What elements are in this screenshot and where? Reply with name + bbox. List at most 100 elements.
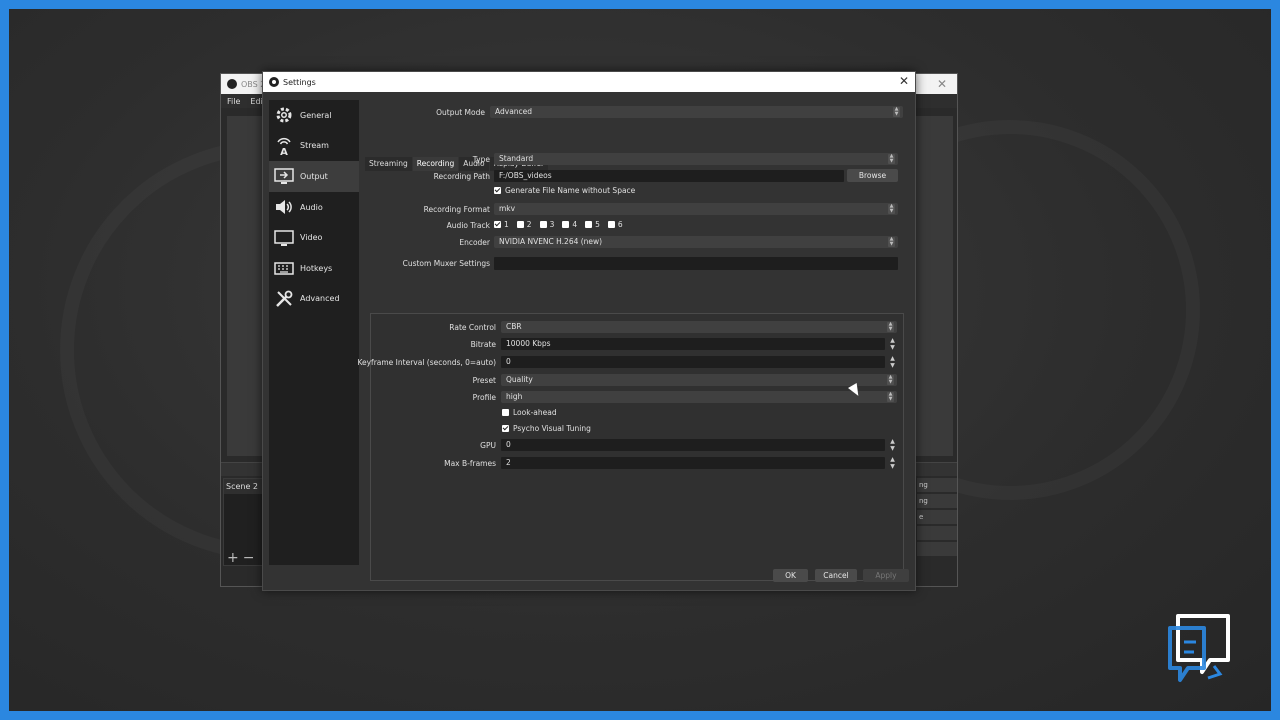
chevron-updown-icon: ▲ ▼ [888,236,895,247]
output-mode-label: Output Mode [436,108,485,117]
antenna-icon: A [273,135,295,157]
audio-track-3[interactable]: 3 [539,220,555,229]
control-button[interactable]: e [917,510,957,524]
lookahead-checkbox[interactable] [502,409,509,416]
lookahead-row: Look-ahead [502,408,557,417]
sidebar-item-label: Advanced [300,294,340,304]
track-number: 2 [526,220,532,229]
monitor-output-icon [273,165,295,187]
sidebar-item-general[interactable]: General [269,100,359,131]
recording-format-label: Recording Format [423,205,490,214]
checkbox[interactable] [539,221,547,228]
settings-dialog: Settings ✕ General A Stream Output Audio… [262,71,916,591]
type-value: Standard [499,154,534,163]
tab-recording[interactable]: Recording [412,157,459,171]
obs-close-icon[interactable]: ✕ [937,77,947,91]
chevron-updown-icon: ▲ ▼ [887,374,894,385]
audio-track-group: 1 2 3 4 5 6 [494,220,631,229]
obs-logo-icon [227,79,237,89]
monitor-icon [273,227,295,249]
control-button[interactable]: ng [917,494,957,508]
spin-arrows-icon[interactable]: ▲ ▼ [888,438,897,452]
audio-track-2[interactable]: 2 [516,220,532,229]
spin-arrows-icon[interactable]: ▲ ▼ [888,456,897,470]
spin-arrows-icon[interactable]: ▲ ▼ [888,355,897,369]
cancel-button[interactable]: Cancel [815,569,857,582]
chevron-updown-icon: ▲ ▼ [887,321,894,332]
bitrate-input[interactable]: 10000 Kbps ▲ ▼ [501,337,895,351]
track-number: 6 [617,220,623,229]
checkbox[interactable] [494,221,501,228]
gpu-input[interactable]: 0 ▲ ▼ [501,438,895,452]
bframes-value: 2 [506,458,511,467]
apply-button[interactable]: Apply [863,569,909,582]
recording-path-input[interactable]: F:/OBS_videos [494,170,844,182]
controls-dock: ng ng e [917,478,957,558]
checkbox[interactable] [516,221,524,228]
psycho-label: Psycho Visual Tuning [513,424,591,433]
speaker-icon [273,196,295,218]
gpu-value: 0 [506,440,511,449]
psycho-row: Psycho Visual Tuning [502,424,591,433]
track-number: 4 [572,220,578,229]
menu-file[interactable]: File [227,97,240,106]
recording-path-label: Recording Path [433,172,490,181]
svg-text:A: A [280,147,288,156]
scene-item[interactable]: Scene 2 [224,479,262,494]
audio-track-1[interactable]: 1 [494,220,509,229]
audio-track-4[interactable]: 4 [562,220,577,229]
gen-filename-row: Generate File Name without Space [494,186,635,195]
audio-track-label: Audio Track [446,221,490,230]
muxer-input[interactable] [494,257,898,270]
sidebar-item-output[interactable]: Output [269,161,359,192]
settings-sidebar: General A Stream Output Audio Video Hotk… [269,100,359,565]
type-label: Type [472,155,490,164]
gen-filename-checkbox[interactable] [494,187,501,194]
add-scene-button[interactable]: + [227,550,243,566]
sidebar-item-stream[interactable]: A Stream [269,131,359,162]
recording-format-value: mkv [499,204,516,213]
control-button[interactable]: ng [917,478,957,492]
sidebar-item-video[interactable]: Video [269,222,359,253]
encoder-settings-group: Rate Control CBR ▲ ▼ Bitrate 10000 Kbps ▲… [357,313,904,581]
keyframe-input[interactable]: 0 ▲ ▼ [501,355,895,369]
track-number: 1 [504,220,509,229]
gear-icon [273,104,295,126]
obs-logo-icon [269,77,279,87]
checkbox[interactable] [585,221,593,228]
psycho-checkbox[interactable] [502,425,509,432]
preset-select[interactable]: Quality ▲ ▼ [501,374,897,386]
sidebar-item-advanced[interactable]: Advanced [269,284,359,315]
remove-scene-button[interactable]: − [243,550,259,566]
checkbox[interactable] [562,221,570,228]
rate-control-select[interactable]: CBR ▲ ▼ [501,321,897,333]
sidebar-item-audio[interactable]: Audio [269,192,359,223]
close-icon[interactable]: ✕ [899,74,909,88]
preset-label: Preset [472,376,496,385]
spin-arrows-icon[interactable]: ▲ ▼ [888,337,897,351]
tab-streaming[interactable]: Streaming [365,157,412,171]
rate-control-value: CBR [506,322,522,331]
ok-button[interactable]: OK [773,569,808,582]
profile-select[interactable]: high ▲ ▼ [501,391,897,403]
track-number: 3 [549,220,555,229]
checkbox[interactable] [607,221,615,228]
sidebar-item-hotkeys[interactable]: Hotkeys [269,253,359,284]
control-button[interactable] [917,526,957,540]
tools-icon [273,288,295,310]
audio-track-5[interactable]: 5 [585,220,600,229]
sidebar-item-label: Output [300,171,328,181]
gen-filename-label: Generate File Name without Space [505,186,636,195]
profile-value: high [506,392,523,401]
browse-button[interactable]: Browse [847,169,898,182]
type-select[interactable]: Standard ▲ ▼ [494,153,898,165]
sidebar-item-label: Video [300,233,323,243]
preset-value: Quality [506,375,533,384]
recording-format-select[interactable]: mkv ▲ ▼ [494,203,898,215]
audio-track-6[interactable]: 6 [607,220,623,229]
encoder-select[interactable]: NVIDIA NVENC H.264 (new) ▲ ▼ [494,236,898,248]
bframes-input[interactable]: 2 ▲ ▼ [501,456,895,470]
control-button[interactable] [917,542,957,556]
output-mode-select[interactable]: Advanced ▲ ▼ [490,106,903,118]
keyframe-value: 0 [506,357,511,366]
